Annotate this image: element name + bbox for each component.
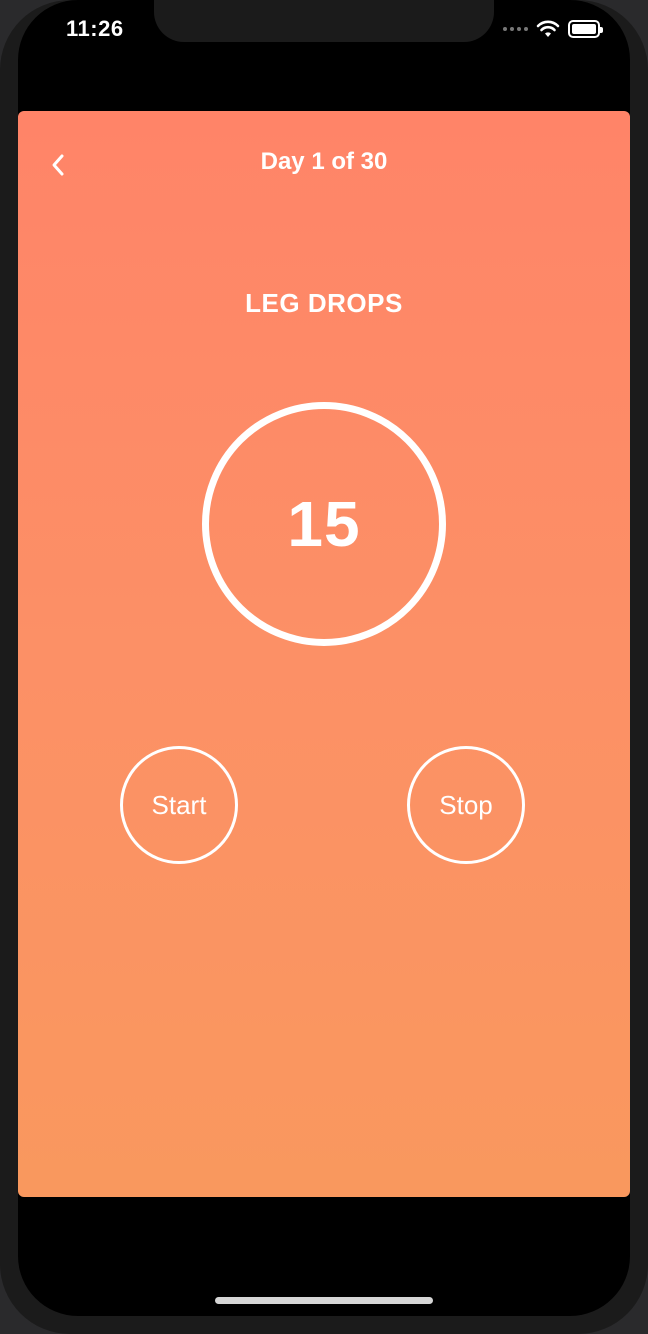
signal-dots-icon bbox=[503, 27, 528, 31]
stop-button[interactable]: Stop bbox=[407, 746, 525, 864]
start-button[interactable]: Start bbox=[120, 746, 238, 864]
workout-card: Day 1 of 30 LEG DROPS 15 Start Stop bbox=[18, 111, 630, 1197]
status-icons bbox=[503, 18, 603, 40]
counter-value: 15 bbox=[287, 488, 361, 560]
exercise-name: LEG DROPS bbox=[245, 288, 403, 318]
status-time: 11:26 bbox=[66, 16, 124, 41]
phone-frame: 11:26 Day 1 of 30 LEG DROPS 15 Start Sto… bbox=[0, 0, 648, 1334]
day-title: Day 1 of 30 bbox=[260, 148, 388, 175]
wifi-icon bbox=[536, 20, 560, 37]
app-screen: 11:26 Day 1 of 30 LEG DROPS 15 Start Sto… bbox=[18, 0, 630, 1316]
counter-ring: 15 bbox=[202, 402, 446, 646]
battery-icon bbox=[568, 20, 603, 38]
device-notch bbox=[154, 0, 494, 42]
home-indicator[interactable] bbox=[215, 1297, 433, 1304]
